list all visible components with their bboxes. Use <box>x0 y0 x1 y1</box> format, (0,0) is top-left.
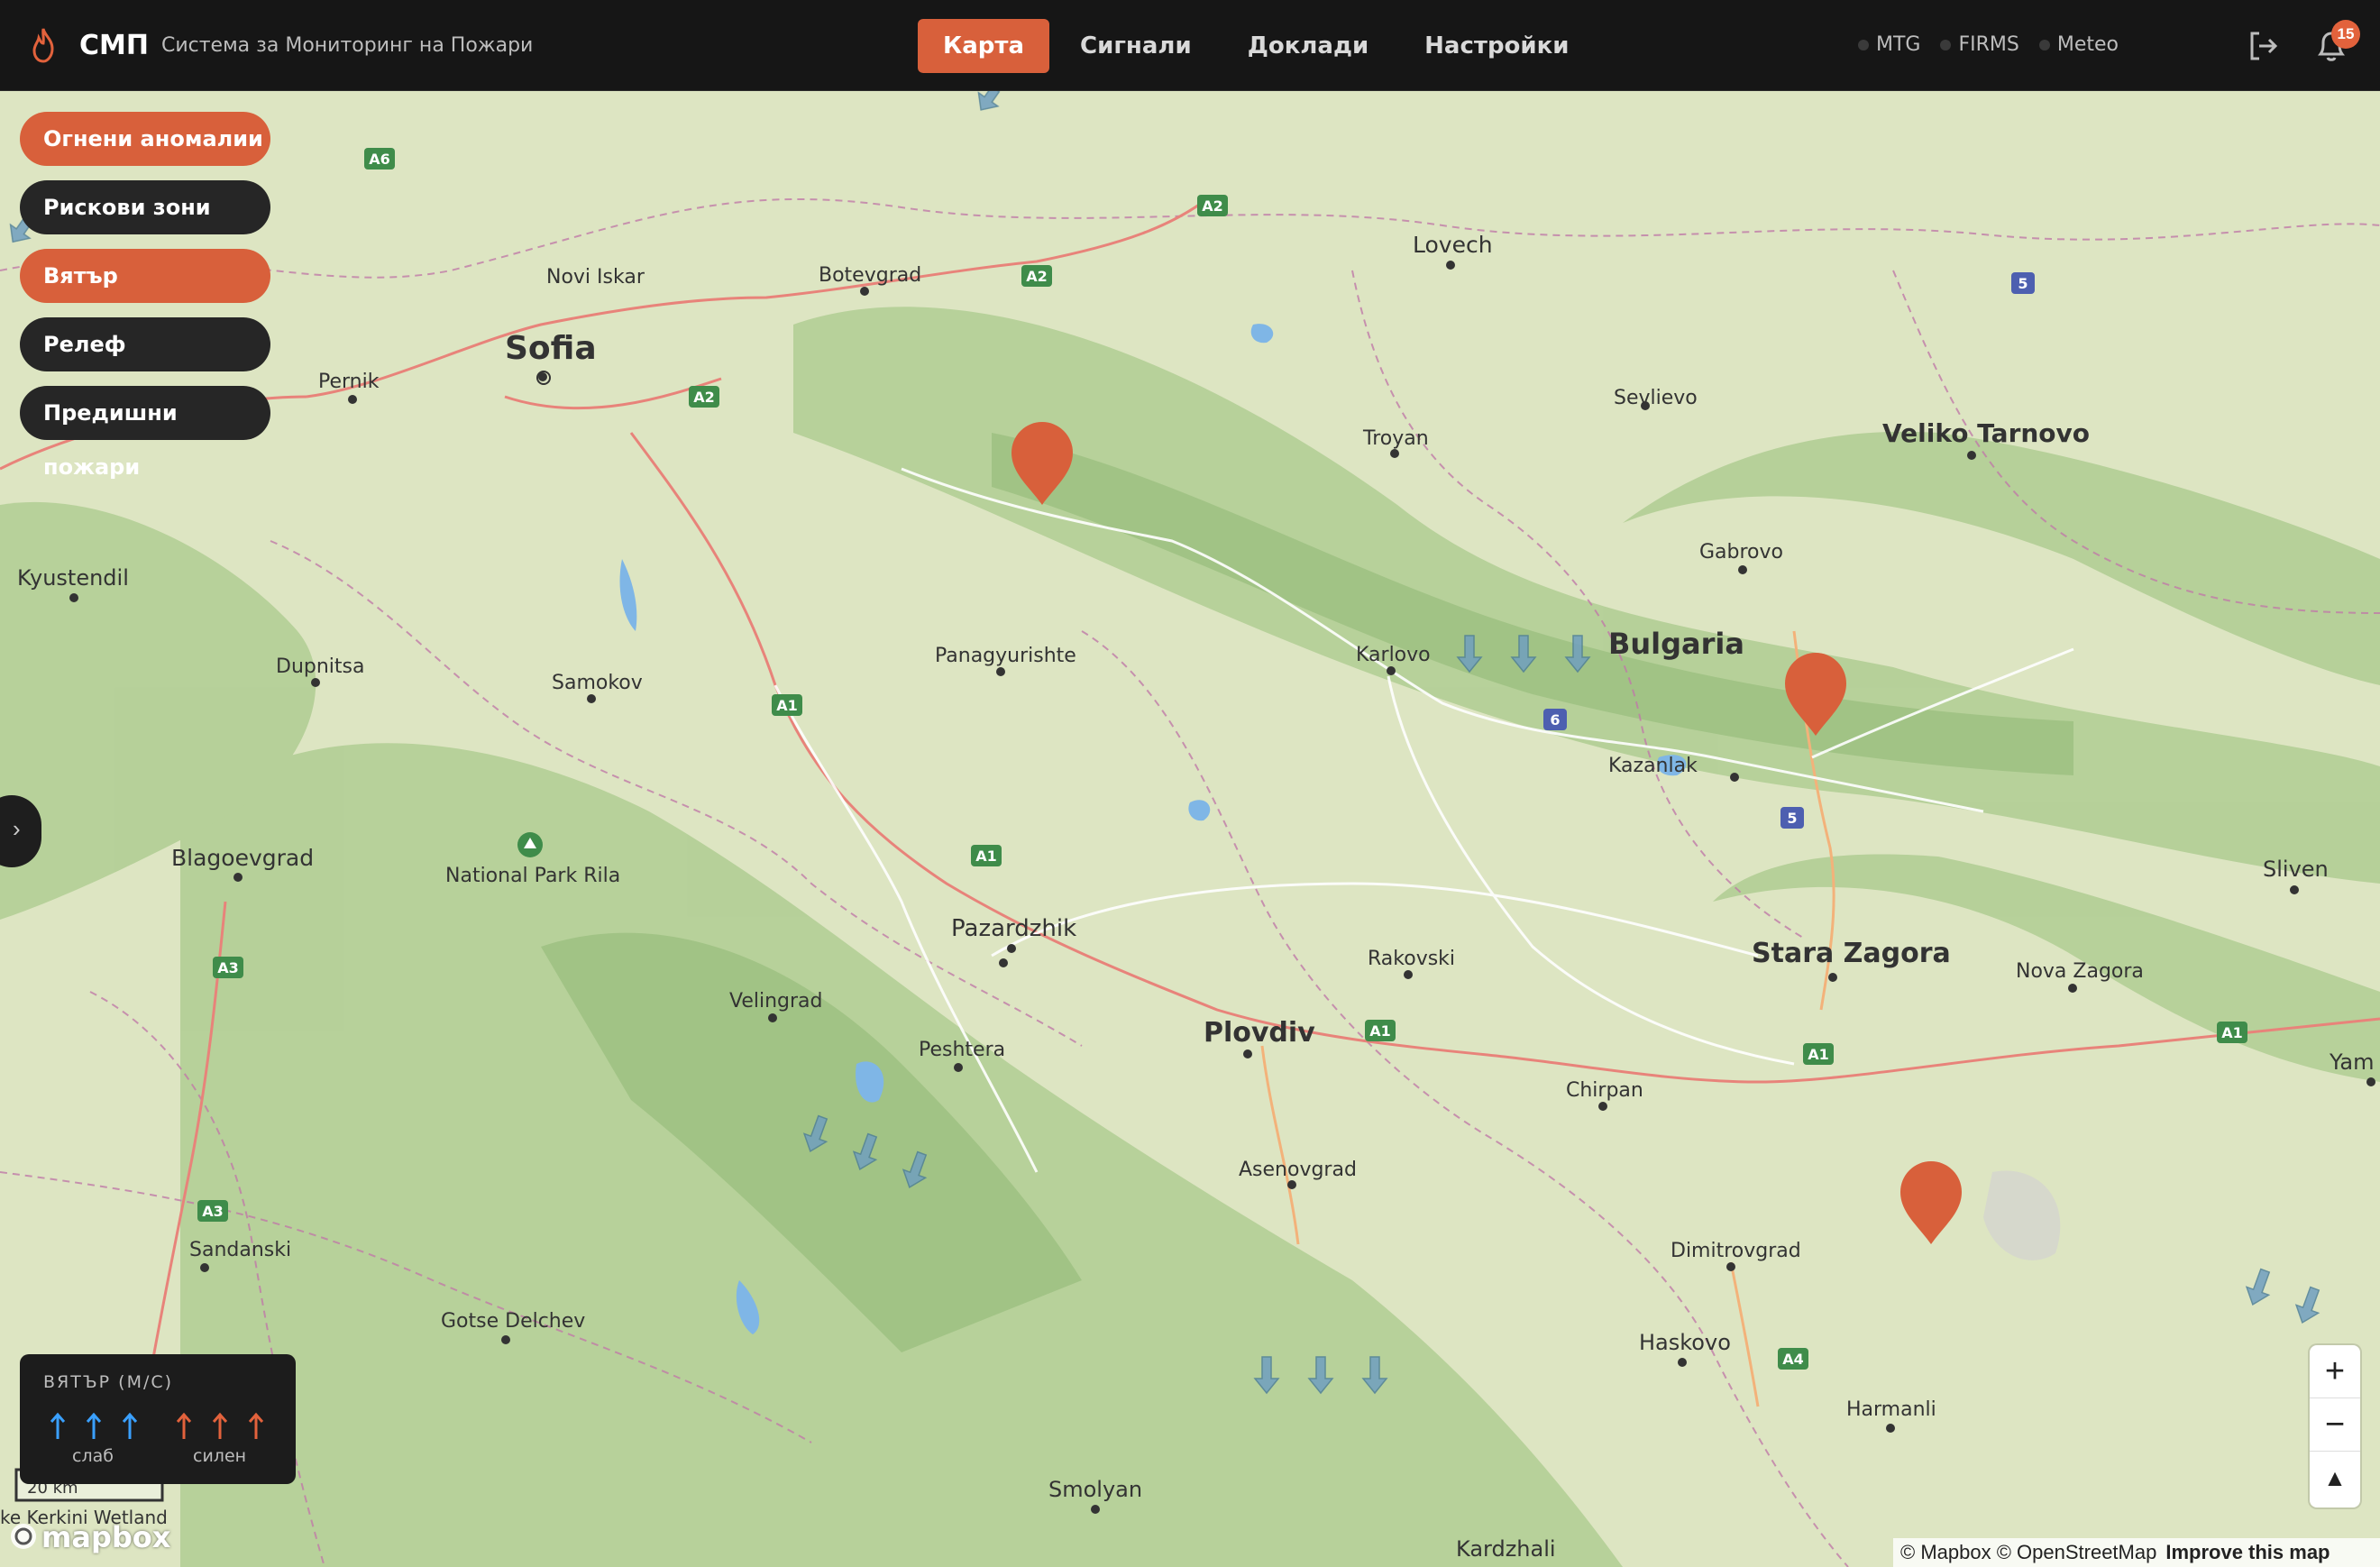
city-label: Chirpan <box>1566 1079 1643 1102</box>
city-label: Karlovo <box>1356 644 1431 666</box>
road-label: A3 <box>202 1203 224 1220</box>
road-label: 6 <box>1550 711 1560 729</box>
country-label: Bulgaria <box>1608 627 1744 661</box>
legend-weak-label: слаб <box>72 1446 114 1466</box>
strong-wind-arrows-icon <box>176 1412 264 1439</box>
road-label: A2 <box>1202 197 1223 215</box>
mapbox-logo[interactable]: mapbox <box>9 1520 170 1555</box>
city-label: Blagoevgrad <box>171 845 314 871</box>
zoom-in-button[interactable]: + <box>2310 1345 2360 1398</box>
road-label: 5 <box>2018 275 2028 292</box>
city-label: Yam <box>2329 1049 2374 1075</box>
layer-past-fires[interactable]: Предишни пожари <box>20 386 270 480</box>
layer-wind[interactable]: Вятър <box>20 249 270 303</box>
layer-toggles: Огнени аномалии Рискови зони Вятър Релеф… <box>20 112 270 480</box>
city-label: Pazardzhik <box>951 915 1076 942</box>
source-firms: FIRMS <box>1940 33 2019 56</box>
city-label: Dupnitsa <box>276 655 364 678</box>
weak-wind-arrows-icon <box>50 1412 138 1439</box>
city-label: Stara Zagora <box>1752 938 1951 969</box>
mapbox-logo-text: mapbox <box>41 1520 171 1554</box>
layer-fire-anomalies[interactable]: Огнени аномалии <box>20 112 270 166</box>
map-canvas[interactable]: A6 A2 A2 A2 A1 A1 A1 A1 A1 A3 A3 A4 5 5 … <box>0 90 2380 1567</box>
city-label: Dimitrovgrad <box>1671 1240 1801 1262</box>
city-label: Pernik <box>318 371 380 393</box>
nav-signals[interactable]: Сигнали <box>1055 19 1217 73</box>
road-label: A1 <box>975 848 997 865</box>
city-label: Novi Iskar <box>546 266 645 289</box>
city-label: Panagyurishte <box>935 645 1076 667</box>
city-label: Samokov <box>552 672 643 694</box>
city-label: Veliko Tarnovo <box>1882 418 2090 448</box>
city-label: Kyustendil <box>17 565 129 591</box>
status-dot-icon <box>1940 39 1952 50</box>
brand-full-name: Система за Мониторинг на Пожари <box>160 33 534 57</box>
city-label: Asenovgrad <box>1239 1159 1357 1181</box>
source-meteo: Meteo <box>2038 33 2119 56</box>
logout-icon[interactable] <box>2245 28 2281 64</box>
city-label: Smolyan <box>1048 1477 1142 1502</box>
layer-relief[interactable]: Релеф <box>20 317 270 371</box>
city-label: Sliven <box>2263 857 2329 882</box>
city-label: Haskovo <box>1639 1330 1731 1355</box>
status-dot-icon <box>2038 39 2050 50</box>
city-label: Gabrovo <box>1699 541 1783 564</box>
brand[interactable]: СМП Система за Мониторинг на Пожари <box>27 27 533 63</box>
legend-title: ВЯТЪР (М/С) <box>43 1372 174 1392</box>
status-dot-icon <box>1858 39 1870 50</box>
city-label: Velingrad <box>729 990 823 1013</box>
city-label: Botevgrad <box>819 264 921 287</box>
city-label: Sofia <box>505 330 597 367</box>
source-label: FIRMS <box>1958 33 2019 56</box>
city-label: Troyan <box>1362 427 1429 450</box>
main-nav: Карта Сигнали Доклади Настройки <box>918 19 1600 73</box>
notifications-count-badge: 15 <box>2331 20 2360 49</box>
city-label: Nova Zagora <box>2016 960 2144 983</box>
source-label: MTG <box>1876 33 1921 56</box>
chevron-right-icon: › <box>13 815 21 842</box>
road-label: A4 <box>1782 1351 1804 1368</box>
city-label: Plovdiv <box>1204 1017 1315 1049</box>
map-zoom-controls: + − ▲ <box>2310 1345 2360 1507</box>
city-label: Kardzhali <box>1456 1536 1556 1562</box>
nav-settings[interactable]: Настройки <box>1399 19 1594 73</box>
road-label: A2 <box>1026 268 1048 285</box>
road-label: A1 <box>776 697 798 714</box>
compass-reset-button[interactable]: ▲ <box>2310 1452 2360 1504</box>
nav-map[interactable]: Карта <box>918 19 1050 73</box>
improve-map-link[interactable]: Improve this map <box>2165 1541 2330 1563</box>
road-label: A1 <box>1808 1046 1829 1063</box>
city-label: Peshtera <box>919 1039 1005 1061</box>
data-sources-status: MTG FIRMS Meteo <box>1838 33 2119 56</box>
road-label: A1 <box>2221 1024 2243 1041</box>
city-label: Gotse Delchev <box>441 1310 585 1333</box>
city-label: Sevlievo <box>1614 387 1698 409</box>
legend-strong-label: силен <box>193 1446 247 1466</box>
top-navigation-bar: СМП Система за Мониторинг на Пожари Карт… <box>0 0 2380 91</box>
nav-reports[interactable]: Доклади <box>1222 19 1394 73</box>
city-label: Harmanli <box>1846 1398 1936 1421</box>
wind-legend: ВЯТЪР (М/С) слаб силен <box>20 1354 296 1484</box>
city-label: Lovech <box>1413 232 1493 258</box>
attribution-text[interactable]: © Mapbox © OpenStreetMap <box>1900 1541 2156 1563</box>
city-label: Rakovski <box>1368 948 1455 970</box>
road-label: A6 <box>369 151 390 168</box>
city-label: National Park Rila <box>445 865 620 887</box>
map-attribution: © Mapbox © OpenStreetMap Improve this map <box>1893 1538 2380 1567</box>
city-label: Sandanski <box>189 1239 291 1261</box>
zoom-out-button[interactable]: − <box>2310 1398 2360 1452</box>
road-label: A2 <box>693 389 715 406</box>
layer-risk-zones[interactable]: Рискови зони <box>20 180 270 234</box>
mapbox-logo-icon <box>11 1524 36 1549</box>
road-label: A1 <box>1369 1022 1391 1040</box>
city-label: Kazanlak <box>1608 755 1698 777</box>
road-label: A3 <box>217 959 239 976</box>
source-label: Meteo <box>2056 33 2119 56</box>
flame-icon <box>32 28 54 63</box>
road-label: 5 <box>1787 810 1797 827</box>
source-mtg: MTG <box>1858 33 1920 56</box>
brand-abbreviation: СМП <box>79 29 149 61</box>
